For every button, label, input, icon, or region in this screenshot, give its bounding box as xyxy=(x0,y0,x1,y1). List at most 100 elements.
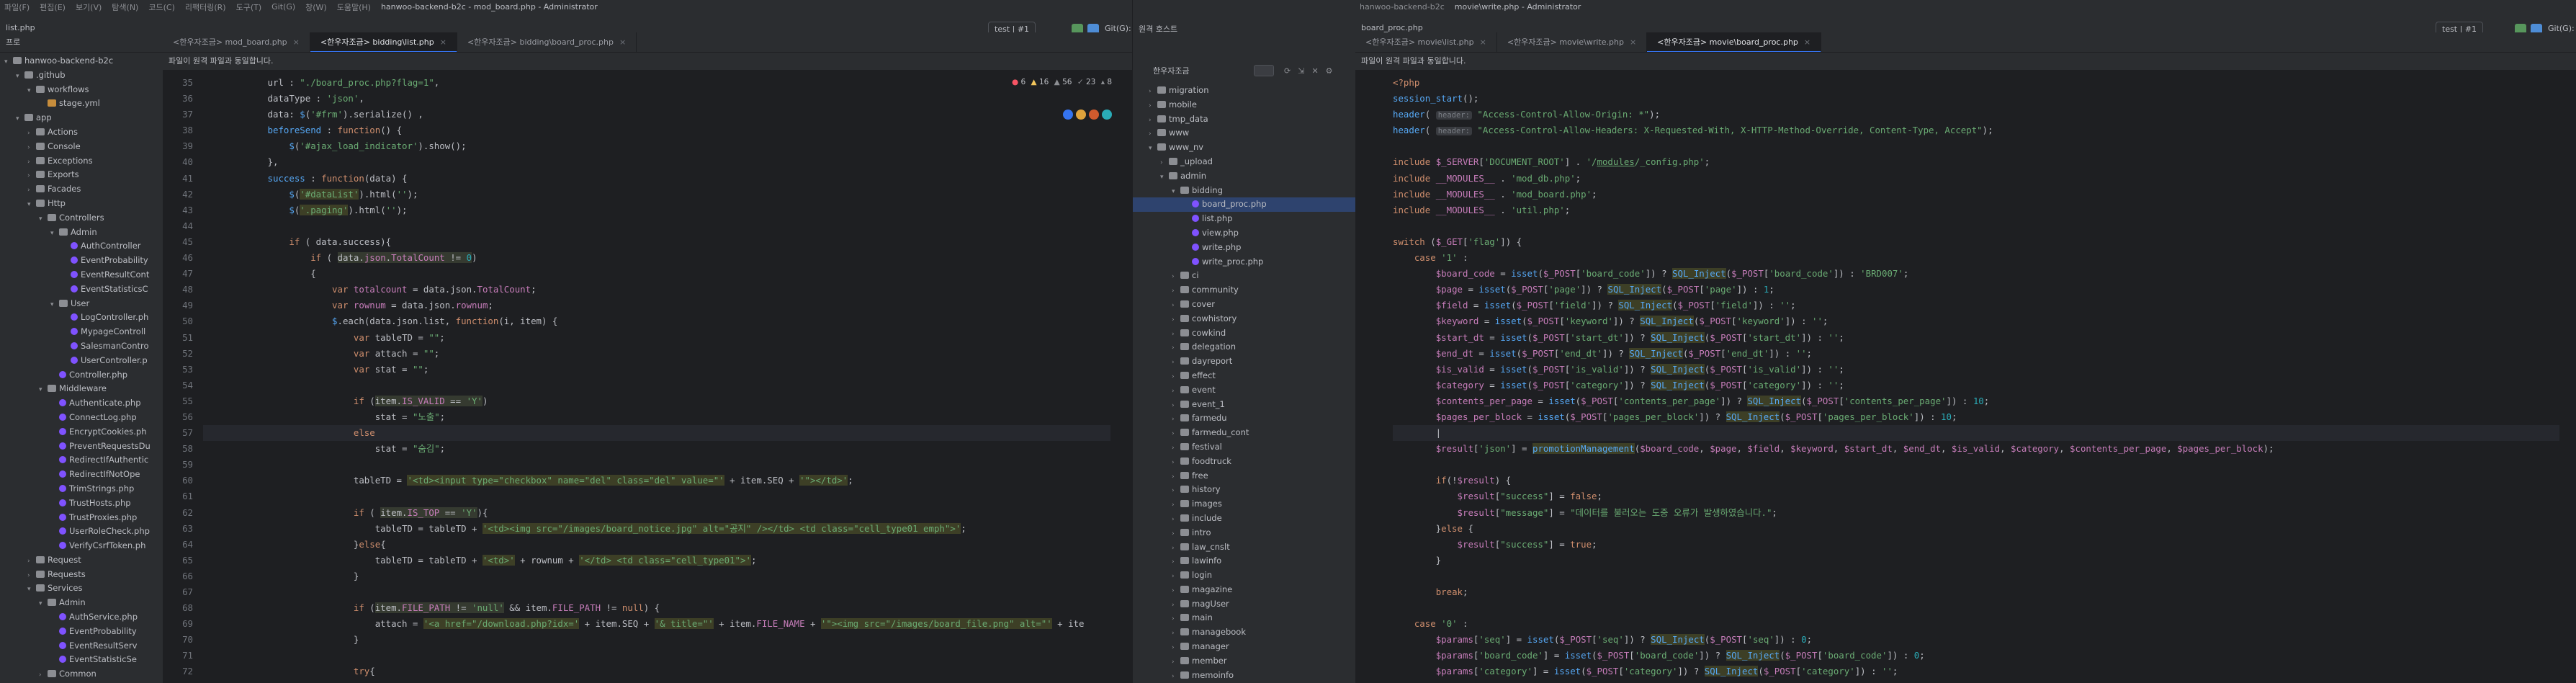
tree-folder[interactable]: › _upload xyxy=(1133,155,1355,169)
project-label[interactable]: 프로 xyxy=(6,37,20,47)
tree-folder[interactable]: › farmedu_cont xyxy=(1133,426,1355,440)
expand-icon[interactable]: ⇲ xyxy=(1298,66,1304,76)
tree-folder[interactable]: › tmp_data xyxy=(1133,112,1355,127)
tree-file[interactable]: AuthController xyxy=(0,239,163,254)
tree-folder[interactable]: › Facades xyxy=(0,182,163,197)
tree-folder[interactable]: › login xyxy=(1133,568,1355,583)
chevron-right-icon[interactable]: › xyxy=(39,669,48,683)
tree-file[interactable]: list.php xyxy=(1133,212,1355,226)
tree-folder[interactable]: › cowkind xyxy=(1133,326,1355,341)
tree-folder[interactable]: › Request xyxy=(0,553,163,568)
tree-file[interactable]: AuthService.php xyxy=(0,610,163,625)
tree-folder[interactable]: ▾ www_nv xyxy=(1133,140,1355,155)
tree-folder[interactable]: ▾ Middleware xyxy=(0,382,163,396)
menu-code[interactable]: 코드(C) xyxy=(148,1,175,13)
tree-folder[interactable]: › managebook xyxy=(1133,625,1355,640)
tree-file[interactable]: PreventRequestsDu xyxy=(0,439,163,454)
close-icon[interactable]: × xyxy=(440,37,446,47)
tab-movie-board-proc[interactable]: <한우자조금> movie\board_proc.php × xyxy=(1647,32,1822,52)
tree-file[interactable]: EventResultServ xyxy=(0,639,163,653)
tree-folder[interactable]: › lawinfo xyxy=(1133,554,1355,568)
tree-folder[interactable]: ▾ admin xyxy=(1133,169,1355,184)
tree-folder[interactable]: ▾ hanwoo-backend-b2c xyxy=(0,54,163,68)
tree-folder[interactable]: › migration xyxy=(1133,84,1355,98)
tree-folder[interactable]: › history xyxy=(1133,483,1355,497)
tree-folder[interactable]: › ci xyxy=(1133,269,1355,283)
tab-movie-list[interactable]: <한우자조금> movie\list.php × xyxy=(1355,32,1497,52)
tree-file[interactable]: EventProbability xyxy=(0,625,163,639)
tree-folder[interactable]: › cover xyxy=(1133,298,1355,312)
tree-folder[interactable]: › images xyxy=(1133,497,1355,512)
tree-folder[interactable]: › www xyxy=(1133,126,1355,140)
tree-file[interactable]: RedirectIfNotOpe xyxy=(0,468,163,482)
tree-file[interactable]: TrustProxies.php xyxy=(0,511,163,525)
tree-folder[interactable]: › effect xyxy=(1133,369,1355,383)
close-icon[interactable]: × xyxy=(1630,37,1636,47)
tree-folder[interactable]: › main xyxy=(1133,611,1355,625)
tree-folder[interactable]: ▾ workflows xyxy=(0,83,163,97)
tree-folder[interactable]: ▾ Admin xyxy=(0,596,163,610)
menu-view[interactable]: 보기(V) xyxy=(76,1,102,13)
tree-folder[interactable]: › memoinfo xyxy=(1133,669,1355,683)
tree-folder[interactable]: ▾ .github xyxy=(0,68,163,83)
tree-folder[interactable]: › Common xyxy=(0,667,163,682)
tree-file[interactable]: write.php xyxy=(1133,241,1355,255)
tree-folder[interactable]: › Exceptions xyxy=(0,154,163,169)
tree-folder[interactable]: ▾ bidding xyxy=(1133,184,1355,198)
menu-edit[interactable]: 편집(E) xyxy=(40,1,66,13)
tab-bidding-list[interactable]: <한우자조금> bidding\list.php × xyxy=(310,32,457,52)
breadcrumb[interactable]: list.php xyxy=(6,23,35,32)
tree-folder[interactable]: › magazine xyxy=(1133,583,1355,597)
tree-folder[interactable]: › community xyxy=(1133,283,1355,298)
tree-folder[interactable]: › mobile xyxy=(1133,98,1355,112)
tree-folder[interactable]: › event_1 xyxy=(1133,398,1355,412)
tree-file[interactable]: write_proc.php xyxy=(1133,255,1355,269)
tree-folder[interactable]: › farmedu xyxy=(1133,411,1355,426)
tree-folder[interactable]: ▾ app xyxy=(0,111,163,125)
close-icon[interactable]: × xyxy=(619,37,626,47)
left-code-editor[interactable]: 35 36 37 38 39 40 41 42 43 44 45 46 47 48 49 50 51 52 53 54… xyxy=(163,75,1132,683)
tree-file[interactable]: EventStatisticsC xyxy=(0,282,163,297)
tree-file[interactable]: view.php xyxy=(1133,226,1355,241)
more-button[interactable] xyxy=(1254,65,1274,76)
close-icon[interactable]: × xyxy=(1804,37,1810,47)
breadcrumb[interactable]: board_proc.php xyxy=(1361,23,1423,32)
menu-refactor[interactable]: 리팩터링(R) xyxy=(185,1,226,13)
tree-file[interactable]: RedirectIfAuthentic xyxy=(0,453,163,468)
tree-folder[interactable]: › dayreport xyxy=(1133,354,1355,369)
tree-folder[interactable]: › law_cnslt xyxy=(1133,540,1355,555)
tree-folder[interactable]: › magUser xyxy=(1133,597,1355,612)
tree-folder[interactable]: ▾ Admin xyxy=(0,226,163,240)
tree-folder[interactable]: › Actions xyxy=(0,125,163,140)
tree-folder[interactable]: › Console xyxy=(0,140,163,154)
tree-folder[interactable]: › intro xyxy=(1133,526,1355,540)
close-icon[interactable]: ✕ xyxy=(1311,66,1318,76)
menu-file[interactable]: 파일(F) xyxy=(4,1,30,13)
right-code-editor[interactable]: <?php session_start(); header( header: "… xyxy=(1355,75,2576,683)
tree-folder[interactable]: › Requests xyxy=(0,568,163,582)
tree-folder[interactable]: › foodtruck xyxy=(1133,455,1355,469)
menu-tools[interactable]: 도구(T) xyxy=(236,1,262,13)
tree-file[interactable]: EncryptCookies.ph xyxy=(0,425,163,439)
menu-help[interactable]: 도움말(H) xyxy=(337,1,371,13)
tree-folder[interactable]: ▾ Http xyxy=(0,197,163,211)
tree-file[interactable]: ConnectLog.php xyxy=(0,411,163,425)
tree-folder[interactable]: › member xyxy=(1133,654,1355,669)
tree-folder[interactable]: › manager xyxy=(1133,640,1355,654)
tree-file[interactable]: VerifyCsrfToken.ph xyxy=(0,539,163,553)
server-selector[interactable]: 한우자조금 xyxy=(1153,65,1239,76)
tree-file[interactable]: board_proc.php xyxy=(1133,197,1355,213)
tree-file[interactable]: UserRoleCheck.php xyxy=(0,524,163,539)
tree-folder[interactable]: › include xyxy=(1133,512,1355,526)
chevron-right-icon[interactable]: › xyxy=(1172,670,1180,683)
tree-folder[interactable]: ▾ Controllers xyxy=(0,211,163,226)
menu-navigate[interactable]: 탐색(N) xyxy=(112,1,138,13)
tree-folder[interactable]: › cowhistory xyxy=(1133,312,1355,326)
tree-file[interactable]: LogController.ph xyxy=(0,311,163,325)
tree-folder[interactable]: › festival xyxy=(1133,440,1355,455)
settings-icon[interactable]: ⚙ xyxy=(1326,66,1333,76)
tree-folder[interactable]: ▾ Services xyxy=(0,581,163,596)
tree-file[interactable]: stage.yml xyxy=(0,97,163,111)
tree-file[interactable]: EventResultCont xyxy=(0,268,163,282)
tree-file[interactable]: UserController.p xyxy=(0,354,163,368)
